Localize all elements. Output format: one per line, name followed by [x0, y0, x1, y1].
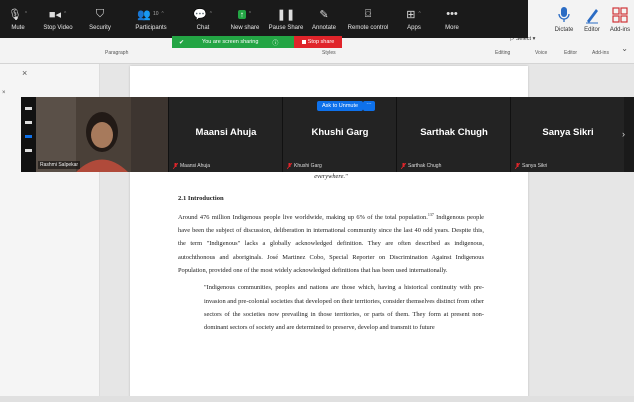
ribbon-group-labels: Paragraph Styles Editing Voice Editor Ad…	[0, 46, 634, 60]
participant-footer: Maansi Ahuja	[173, 163, 210, 169]
remote-control-label: Remote control	[347, 25, 389, 31]
participant-footer: Khushi Garg	[287, 163, 322, 169]
apps-button[interactable]: ⊞ ⌃ Apps	[394, 0, 434, 38]
participant-tile-sarthak[interactable]: Sarthak Chugh Sarthak Chugh	[396, 97, 510, 172]
microphone-icon	[558, 7, 570, 22]
close-pane-icon[interactable]: ×	[22, 68, 27, 78]
participants-count: 10	[152, 11, 159, 17]
group-editing: Editing	[495, 50, 511, 56]
muted-mic-icon	[401, 163, 406, 169]
mic-icon: 🎙 ⌃	[7, 8, 29, 21]
dictate-label: Dictate	[554, 27, 574, 33]
participant-footer: Sarthak Chugh	[401, 163, 441, 169]
block-quote: "Indigenous communities, peoples and nat…	[204, 284, 484, 332]
share-banner-text: You are screen sharing	[202, 39, 259, 45]
para1-text-b: Indigenous people have been the subject …	[178, 213, 484, 274]
participant-footer-name: Sarthak Chugh	[408, 163, 442, 169]
pen-icon: ✎	[319, 8, 329, 21]
close-icon[interactable]: ×	[2, 90, 6, 96]
apps-label: Apps	[407, 25, 421, 31]
more-button[interactable]: ••• More	[434, 0, 470, 38]
security-label: Security	[89, 25, 111, 31]
stop-video-button[interactable]: ■◂ ⌃ Stop Video	[36, 0, 80, 38]
collapse-ribbon-icon[interactable]: ⌄	[621, 44, 628, 53]
pause-share-label: Pause Share	[268, 25, 304, 31]
group-paragraph: Paragraph	[105, 50, 129, 56]
dictate-button[interactable]: Dictate	[550, 0, 578, 60]
shield-icon: ⛉	[95, 7, 105, 20]
video-gallery-strip: Rashmi Salpekar Maansi Ahuja Maansi Ahuj…	[21, 97, 634, 172]
chat-icon: 💬 ⌃	[193, 8, 213, 21]
chevron-right-icon[interactable]: ›	[622, 129, 625, 139]
participants-icon: 👥 10 ⌃	[137, 8, 165, 21]
mouse-icon: ⌼	[364, 7, 372, 20]
participant-tile-sanya[interactable]: Sanya Sikri Sanya Sikri	[510, 97, 624, 172]
editor-button[interactable]: Editor	[578, 0, 606, 60]
participant-footer-name: Sanya Sikri	[522, 163, 548, 169]
document-body[interactable]: everywhere." 2.1 Introduction Around 476…	[178, 172, 484, 334]
participant-tile-maansi[interactable]: Maansi Ahuja Maansi Ahuja	[168, 97, 282, 172]
annotate-label: Annotate	[311, 25, 337, 31]
annotate-button[interactable]: ✎ Annotate	[306, 0, 342, 38]
pause-icon: ❚❚	[276, 8, 296, 21]
security-button[interactable]: ⛉ Security	[80, 0, 120, 38]
more-label: More	[445, 25, 459, 31]
addins-grid-icon	[612, 7, 628, 23]
para1-text-a: Around 476 million Indigenous people liv…	[178, 213, 428, 221]
muted-mic-icon	[173, 163, 178, 169]
chat-label: Chat	[196, 25, 210, 31]
participant-name: Khushi Garg	[311, 127, 369, 138]
new-share-label: New share	[230, 25, 260, 31]
participants-button[interactable]: 👥 10 ⌃ Participants	[120, 0, 182, 38]
participant-footer-name: Maansi Ahuja	[180, 163, 211, 169]
editor-pen-icon	[586, 9, 598, 24]
remote-control-button[interactable]: ⌼ Remote control	[342, 0, 394, 38]
ask-to-unmute-button[interactable]: Ask to Unmute	[317, 101, 364, 111]
new-share-button[interactable]: ↑ ⌃ New share	[224, 0, 266, 38]
apps-icon: ⊞ ⌃	[406, 8, 422, 21]
participant-name: Maansi Ahuja	[195, 127, 257, 138]
zoom-meeting-toolbar: 🎙 ⌃ Mute ■◂ ⌃ Stop Video ⛉ Security 👥 10 ⌃ P…	[0, 0, 528, 38]
stop-video-label: Stop Video	[43, 25, 73, 31]
mute-label: Mute	[11, 25, 25, 31]
participant-footer: Sanya Sikri	[515, 163, 547, 169]
participant-footer-name: Khushi Garg	[294, 163, 322, 169]
self-video-tile[interactable]: Rashmi Salpekar	[36, 97, 168, 172]
shield-check-icon: ✔	[179, 39, 185, 46]
chat-button[interactable]: 💬 ⌃ Chat	[182, 0, 224, 38]
addins-button[interactable]: Add-ins	[606, 0, 634, 60]
info-icon[interactable]: ⓘ	[272, 38, 278, 47]
group-styles: Styles	[322, 50, 336, 56]
tile-more-button[interactable]: ···	[363, 101, 375, 111]
editor-label: Editor	[584, 27, 600, 33]
participants-label: Participants	[135, 25, 167, 31]
status-bar	[0, 396, 634, 402]
self-name-label: Rashmi Salpekar	[38, 161, 81, 169]
stop-share-label: Stop share	[307, 39, 335, 45]
group-voice: Voice	[535, 50, 548, 56]
section-heading: 2.1 Introduction	[178, 195, 224, 203]
muted-mic-icon	[287, 163, 292, 169]
stop-icon	[301, 40, 306, 44]
gallery-view-controls[interactable]	[21, 97, 36, 172]
video-icon: ■◂ ⌃	[48, 8, 68, 21]
share-icon: ↑ ⌃	[237, 9, 253, 19]
paragraph-1: Around 476 million Indigenous people liv…	[178, 208, 484, 278]
more-icon: •••	[446, 8, 458, 20]
participant-name: Sarthak Chugh	[420, 127, 488, 138]
muted-mic-icon	[515, 163, 520, 169]
stop-share-button[interactable]: Stop share	[294, 36, 342, 48]
participant-name: Sanya Sikri	[542, 127, 594, 138]
pause-share-button[interactable]: ❚❚ Pause Share	[266, 0, 306, 38]
addins-label: Add-ins	[609, 27, 631, 33]
mute-button[interactable]: 🎙 ⌃ Mute	[0, 0, 36, 38]
